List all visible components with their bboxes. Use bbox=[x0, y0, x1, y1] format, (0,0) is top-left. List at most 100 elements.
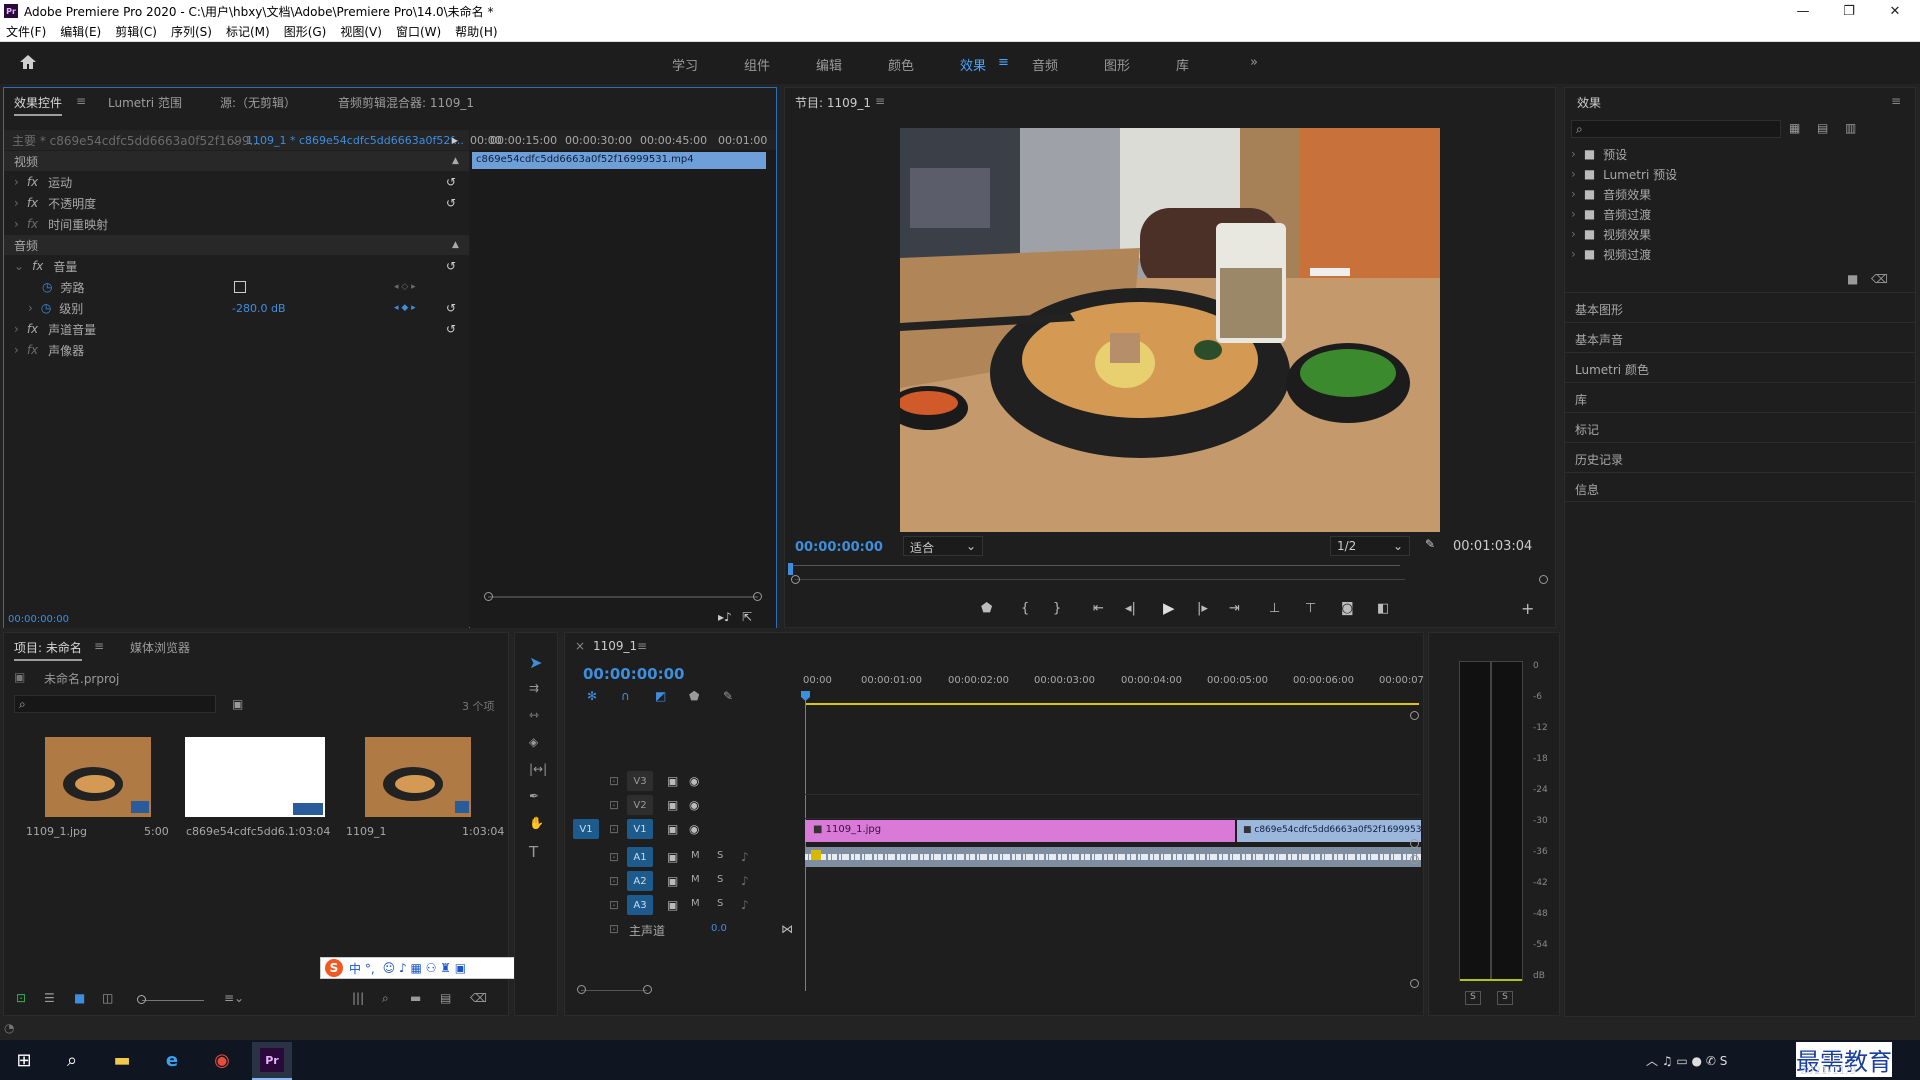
workspace-color[interactable]: 颜色 bbox=[888, 55, 914, 74]
list-view-icon[interactable]: ☰ bbox=[44, 991, 55, 1005]
premiere-taskbar-button[interactable]: Pr bbox=[252, 1042, 292, 1080]
accelerated-effects-icon[interactable]: ▦ bbox=[1789, 121, 1800, 135]
lock-icon[interactable]: ⊡ bbox=[609, 774, 619, 788]
menu-file[interactable]: 文件(F) bbox=[6, 23, 46, 40]
go-to-in-icon[interactable]: ⇤ bbox=[1093, 601, 1104, 616]
automate-icon[interactable]: ||| bbox=[352, 991, 364, 1005]
folder-video-effects[interactable]: 视频效果 bbox=[1603, 226, 1651, 243]
effect-panner[interactable]: 声像器 bbox=[48, 342, 84, 359]
tab-audio-clip-mixer[interactable]: 音频剪辑混合器: 1109_1 bbox=[338, 94, 474, 111]
panel-menu-icon[interactable]: ≡ bbox=[94, 639, 104, 653]
export-icon[interactable]: ⇱ bbox=[742, 610, 752, 624]
fx-icon[interactable]: fx bbox=[27, 196, 38, 210]
lock-icon[interactable]: ⊡ bbox=[609, 874, 619, 888]
zoom-handle-icon[interactable] bbox=[753, 592, 762, 601]
effect-volume[interactable]: 音量 bbox=[53, 258, 77, 275]
menu-view[interactable]: 视图(V) bbox=[340, 23, 382, 40]
solo-button[interactable]: S bbox=[717, 874, 723, 885]
section-info[interactable]: 信息 bbox=[1565, 472, 1915, 502]
workspace-effects[interactable]: 效果 bbox=[960, 55, 986, 74]
sequence-tab[interactable]: 1109_1 bbox=[593, 639, 637, 653]
slider-handle-icon[interactable] bbox=[137, 995, 146, 1004]
razor-tool-icon[interactable]: ◈ bbox=[529, 735, 538, 749]
step-forward-icon[interactable]: |▸ bbox=[1197, 601, 1208, 616]
new-bin-icon[interactable]: ■ bbox=[1847, 272, 1858, 286]
section-markers[interactable]: 标记 bbox=[1565, 412, 1915, 442]
zoom-handle-icon[interactable] bbox=[643, 985, 652, 994]
mute-button[interactable]: M bbox=[691, 898, 700, 909]
video-clip-image[interactable]: ■ 1109_1.jpg bbox=[805, 820, 1235, 842]
add-button-icon[interactable]: + bbox=[1521, 599, 1534, 618]
workspace-graphics[interactable]: 图形 bbox=[1104, 55, 1130, 74]
toggle-sync-icon[interactable]: ▣ bbox=[667, 798, 678, 812]
sort-icon[interactable]: ≡⌄ bbox=[224, 991, 244, 1005]
track-target-a3[interactable]: A3 bbox=[627, 895, 653, 915]
resolution-dropdown[interactable]: 1/2 ⌄ bbox=[1330, 536, 1410, 556]
video-clip-mp4[interactable]: ■ c869e54cdfc5dd6663a0f52f16999531 bbox=[1237, 820, 1421, 842]
solo-button[interactable]: S bbox=[717, 898, 723, 909]
close-sequence-icon[interactable]: × bbox=[575, 639, 585, 653]
section-history[interactable]: 历史记录 bbox=[1565, 442, 1915, 472]
eye-icon[interactable]: ◉ bbox=[689, 774, 699, 788]
go-to-end-icon[interactable]: ⋈ bbox=[781, 922, 793, 936]
tab-source[interactable]: 源:（无剪辑） bbox=[220, 94, 296, 111]
audio-only-icon[interactable]: ▸♪ bbox=[718, 610, 732, 624]
menu-sequence[interactable]: 序列(S) bbox=[171, 23, 212, 40]
section-essential-sound[interactable]: 基本声音 bbox=[1565, 322, 1915, 352]
menu-markers[interactable]: 标记(M) bbox=[226, 23, 270, 40]
toggle-sync-icon[interactable]: ▣ bbox=[667, 850, 678, 864]
restore-button[interactable]: ❐ bbox=[1826, 0, 1872, 22]
solo-right-button[interactable]: S bbox=[1497, 991, 1513, 1005]
lock-icon[interactable]: ⊡ bbox=[609, 850, 619, 864]
program-scrub-bar[interactable] bbox=[790, 565, 1400, 566]
lock-icon[interactable]: ⊡ bbox=[609, 922, 619, 936]
program-zoom-bar[interactable] bbox=[795, 579, 1405, 580]
mute-button[interactable]: M bbox=[691, 874, 700, 885]
tab-effect-controls[interactable]: 效果控件 bbox=[14, 94, 63, 116]
reset-icon[interactable]: ↺ bbox=[446, 175, 456, 189]
32bit-effects-icon[interactable]: ▤ bbox=[1817, 121, 1828, 135]
microphone-icon[interactable]: ♪ bbox=[741, 898, 749, 912]
freeform-view-icon[interactable]: ◫ bbox=[102, 991, 113, 1005]
step-back-icon[interactable]: ◂| bbox=[1125, 601, 1136, 616]
type-tool-icon[interactable]: T bbox=[529, 843, 538, 861]
folder-presets[interactable]: 预设 bbox=[1603, 146, 1627, 163]
track-target-a1[interactable]: A1 bbox=[627, 847, 653, 867]
snap-magnet-icon[interactable]: ∩ bbox=[621, 689, 630, 703]
fx-icon[interactable]: fx bbox=[32, 259, 43, 273]
ime-toolbar[interactable]: S 中 °, ☺ ♪ ▦ ⚇ ♜ ▣ bbox=[320, 957, 528, 979]
ie-browser-icon[interactable]: e bbox=[156, 1044, 188, 1076]
reset-icon[interactable]: ↺ bbox=[446, 322, 456, 336]
effects-panel-title[interactable]: 效果 bbox=[1577, 94, 1601, 111]
project-item[interactable]: 1109_1.jpg 5:00 bbox=[14, 727, 174, 845]
menu-graphics[interactable]: 图形(G) bbox=[284, 23, 327, 40]
track-select-tool-icon[interactable]: ⇉ bbox=[529, 681, 539, 695]
effects-search-input[interactable]: ⌕ bbox=[1571, 120, 1781, 138]
audio-clip[interactable] bbox=[805, 847, 1421, 867]
lock-icon[interactable]: ⊡ bbox=[609, 822, 619, 836]
level-value[interactable]: -280.0 dB bbox=[232, 302, 286, 315]
source-patch-v1[interactable]: V1 bbox=[573, 819, 599, 839]
panel-menu-icon[interactable]: ≡ bbox=[76, 94, 86, 108]
slip-tool-icon[interactable]: |↔| bbox=[529, 762, 547, 776]
effect-opacity[interactable]: 不透明度 bbox=[48, 195, 96, 212]
stopwatch-icon[interactable]: ◷ bbox=[42, 280, 52, 294]
mute-button[interactable]: M bbox=[691, 850, 700, 861]
workspace-libraries[interactable]: 库 bbox=[1176, 55, 1189, 74]
thumb-size-slider[interactable] bbox=[142, 1000, 204, 1001]
go-to-out-icon[interactable]: ⇥ bbox=[1229, 601, 1240, 616]
reset-icon[interactable]: ↺ bbox=[446, 301, 456, 315]
reset-icon[interactable]: ↺ bbox=[446, 196, 456, 210]
play-triangle-icon[interactable]: ▸ bbox=[452, 133, 458, 147]
bypass-checkbox[interactable] bbox=[234, 281, 246, 293]
stopwatch-icon[interactable]: ◷ bbox=[41, 301, 51, 315]
vscroll-handle-icon[interactable] bbox=[1410, 839, 1419, 848]
workspace-learn[interactable]: 学习 bbox=[672, 55, 698, 74]
workspace-assembly[interactable]: 组件 bbox=[744, 55, 770, 74]
ec-zoom-scroll[interactable] bbox=[488, 596, 758, 598]
program-monitor-title[interactable]: 节目: 1109_1 bbox=[795, 94, 871, 111]
folder-lumetri-presets[interactable]: Lumetri 预设 bbox=[1603, 166, 1677, 183]
find-icon[interactable]: ⌕ bbox=[382, 991, 389, 1006]
find-bin-icon[interactable]: ▣ bbox=[232, 697, 243, 711]
project-item[interactable]: c869e54cdfc5dd6... 1:03:04 bbox=[174, 727, 334, 845]
